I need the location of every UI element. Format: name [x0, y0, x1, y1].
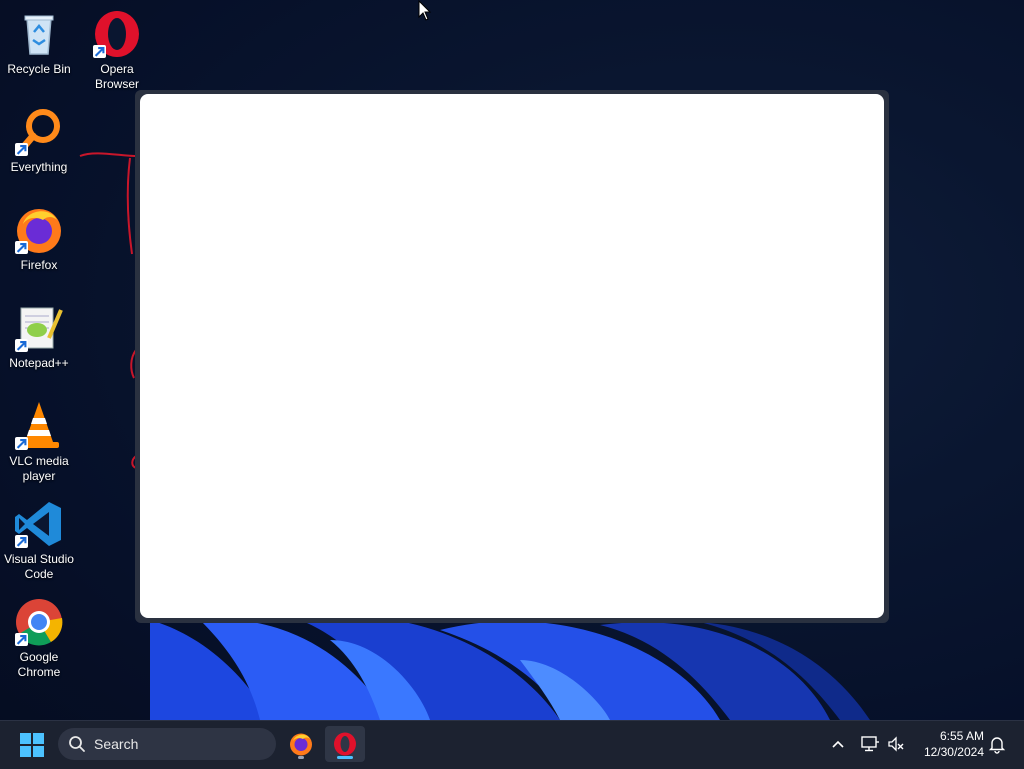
everything-icon [13, 106, 65, 158]
windows-start-icon[interactable] [20, 733, 44, 757]
search-placeholder: Search [94, 736, 139, 752]
firefox-icon [13, 204, 65, 256]
vscode-icon [13, 498, 65, 550]
shortcut-arrow-icon [15, 241, 28, 254]
blank-window[interactable] [140, 94, 884, 618]
notification-bell-icon[interactable] [987, 734, 1007, 754]
desktop-icon-vlc[interactable]: VLC media player [0, 400, 78, 484]
volume-muted-icon[interactable] [886, 734, 906, 754]
desktop-icon-firefox[interactable]: Firefox [0, 204, 78, 273]
shortcut-arrow-icon [15, 437, 28, 450]
firefox-icon [290, 733, 312, 756]
vlc-icon [13, 400, 65, 452]
search-icon [69, 736, 85, 752]
opera-icon [91, 8, 143, 60]
desktop-icon-label: Recycle Bin [7, 62, 71, 76]
taskbar-opera[interactable] [325, 726, 365, 762]
mouse-cursor-icon [418, 0, 432, 21]
taskbar-search-box[interactable]: Search [58, 728, 276, 760]
shortcut-arrow-icon [15, 633, 28, 646]
clock-time: 6:55 AM [939, 729, 984, 743]
notepad-plus-plus-icon [13, 302, 65, 354]
chevron-up-icon[interactable] [828, 734, 848, 754]
shortcut-arrow-icon [15, 535, 28, 548]
desktop-icon-everything[interactable]: Everything [0, 106, 78, 175]
desktop-icon-notepad-plus-plus[interactable]: Notepad++ [0, 302, 78, 371]
desktop-icon-google-chrome[interactable]: Google Chrome [0, 596, 78, 680]
shortcut-arrow-icon [93, 45, 106, 58]
recycle-bin-icon [13, 8, 65, 60]
desktop-icon-recycle-bin[interactable]: Recycle Bin [0, 8, 78, 77]
chrome-icon [13, 596, 65, 648]
shortcut-arrow-icon [15, 143, 28, 156]
active-indicator [337, 756, 353, 759]
shortcut-arrow-icon [15, 339, 28, 352]
desktop-icon-opera-browser[interactable]: Opera Browser [78, 8, 156, 92]
opera-icon [334, 732, 356, 756]
desktop-icon-vscode[interactable]: Visual Studio Code [0, 498, 78, 582]
taskbar-firefox[interactable] [281, 726, 321, 762]
network-icon[interactable] [860, 734, 880, 754]
running-indicator [298, 756, 304, 759]
system-clock[interactable]: 6:55 AM 12/30/2024 [916, 728, 984, 760]
clock-date: 12/30/2024 [923, 745, 984, 759]
